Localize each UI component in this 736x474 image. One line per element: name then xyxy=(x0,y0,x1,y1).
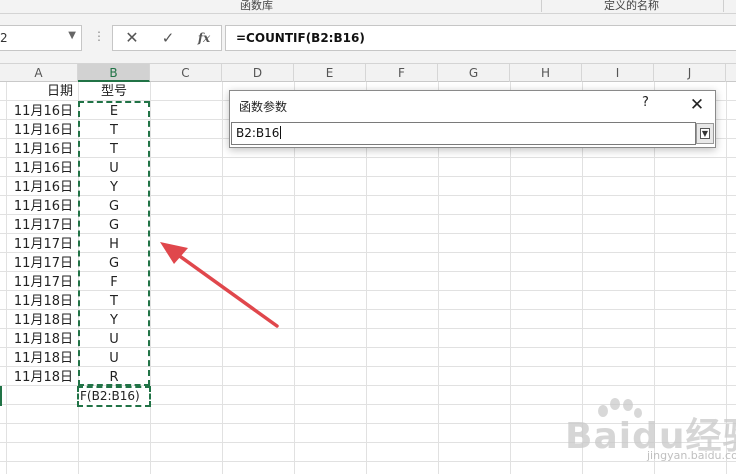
table-row-date[interactable]: 11月16日 xyxy=(0,197,77,216)
table-row-date[interactable]: 11月16日 xyxy=(0,102,77,121)
formula-bar: 2 ▼ ⋮ ✕ ✓ fx =COUNTIF(B2:B16) xyxy=(0,14,736,64)
help-button[interactable]: ? xyxy=(642,95,649,110)
table-row-date[interactable]: 11月17日 xyxy=(0,235,77,254)
close-icon[interactable]: ✕ xyxy=(682,92,712,118)
dialog-title: 函数参数 xyxy=(239,100,288,114)
formula-bar-resize-handle[interactable]: ⋮ xyxy=(93,29,105,43)
table-row-date[interactable]: 11月18日 xyxy=(0,330,77,349)
cell-a1[interactable]: 日期 xyxy=(0,82,77,101)
table-row-date[interactable]: 11月17日 xyxy=(0,254,77,273)
formula-bar-buttons: ✕ ✓ fx xyxy=(112,25,222,51)
active-cell-b17[interactable]: F(B2:B16) xyxy=(77,386,151,407)
column-header-j[interactable]: J xyxy=(654,64,726,82)
table-row-date[interactable]: 11月18日 xyxy=(0,349,77,368)
ribbon-group-strip: 函数库 定义的名称 xyxy=(0,0,736,14)
insert-function-button[interactable]: fx xyxy=(187,26,221,50)
name-box-value: 2 xyxy=(0,31,8,45)
watermark-url: jingyan.baidu.com xyxy=(647,449,736,462)
column-header-d[interactable]: D xyxy=(222,64,294,82)
table-row-date[interactable]: 11月18日 xyxy=(0,311,77,330)
table-row-date[interactable]: 11月16日 xyxy=(0,178,77,197)
column-header-b[interactable]: B xyxy=(78,64,150,82)
ribbon-group-function-library: 函数库 xyxy=(240,0,273,12)
table-row-date[interactable]: 11月16日 xyxy=(0,140,77,159)
ribbon-group-defined-names: 定义的名称 xyxy=(604,0,659,12)
formula-input[interactable]: =COUNTIF(B2:B16) xyxy=(225,25,736,51)
function-arguments-dialog: 函数参数 ? ✕ B2:B16 ▼ xyxy=(229,90,716,148)
expand-dialog-icon: ▼ xyxy=(700,128,710,139)
column-header-g[interactable]: G xyxy=(438,64,510,82)
expand-dialog-button[interactable]: ▼ xyxy=(696,123,714,144)
text-caret xyxy=(280,126,282,139)
table-row-date[interactable]: 11月17日 xyxy=(0,273,77,292)
range-reference-input[interactable]: B2:B16 xyxy=(231,122,696,145)
table-row-date[interactable]: 11月18日 xyxy=(0,292,77,311)
column-header-c[interactable]: C xyxy=(150,64,222,82)
name-box[interactable]: 2 ▼ xyxy=(0,25,82,51)
table-row-date[interactable]: 11月17日 xyxy=(0,216,77,235)
chevron-down-icon[interactable]: ▼ xyxy=(68,30,76,41)
column-header-f[interactable]: F xyxy=(366,64,438,82)
table-row-date[interactable]: 11月18日 xyxy=(0,368,77,387)
column-header-a[interactable]: A xyxy=(0,64,78,82)
column-header-e[interactable]: E xyxy=(294,64,366,82)
range-reference-value: B2:B16 xyxy=(236,126,280,140)
table-row-date[interactable]: 11月16日 xyxy=(0,159,77,178)
row-selection-marker xyxy=(0,386,2,406)
red-arrow-icon xyxy=(160,242,279,328)
column-headers: A B C D E F G H I J xyxy=(0,64,736,82)
cancel-icon[interactable]: ✕ xyxy=(115,26,149,50)
ribbon-group-separator xyxy=(541,0,542,12)
ribbon-group-separator xyxy=(723,0,724,12)
range-selection-marquee xyxy=(78,101,150,386)
column-header-i[interactable]: I xyxy=(582,64,654,82)
column-header-h[interactable]: H xyxy=(510,64,582,82)
baidu-watermark: Baidu经验 jingyan.baidu.com xyxy=(565,393,736,463)
enter-icon[interactable]: ✓ xyxy=(151,26,185,50)
cell-b1[interactable]: 型号 xyxy=(78,82,150,101)
table-row-date[interactable]: 11月16日 xyxy=(0,121,77,140)
